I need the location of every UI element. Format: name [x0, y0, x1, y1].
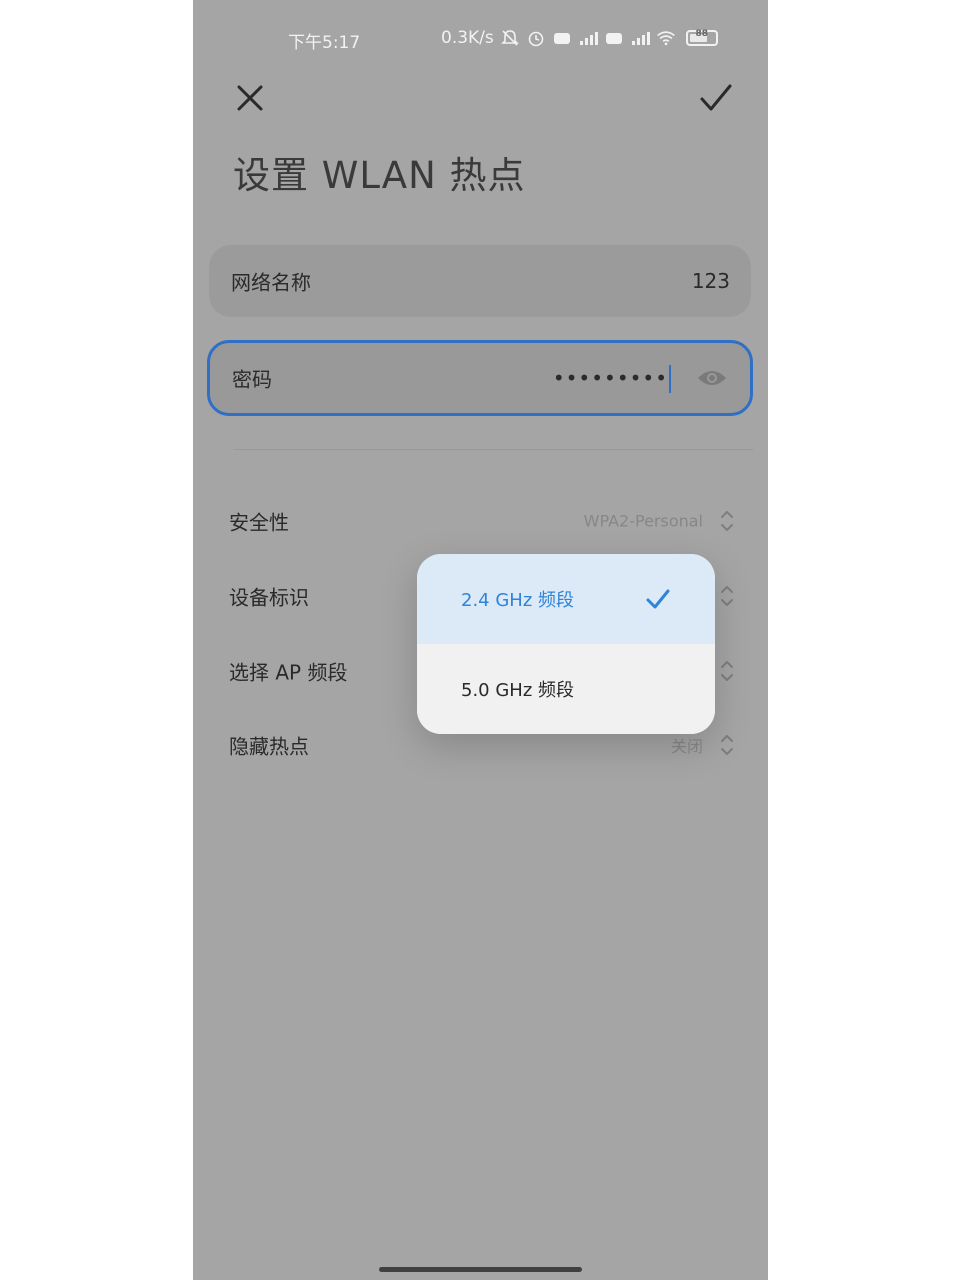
phone-screen: 下午5:17 0.3K/s 88 设置 WLAN 热点 网络名称 123 密码 …: [193, 0, 768, 1280]
security-row[interactable]: 安全性 WPA2-Personal: [229, 501, 739, 541]
updown-arrow-icon: [721, 661, 733, 681]
mute-bell-icon: [500, 30, 519, 46]
signal-4g-icon: [631, 32, 650, 45]
hidden-hotspot-label: 隐藏热点: [229, 734, 309, 759]
password-input[interactable]: •••••••••: [553, 366, 668, 390]
text-cursor: [669, 365, 671, 393]
status-icons: 0.3K/s 88: [441, 28, 718, 48]
hidden-hotspot-value: 关闭: [670, 737, 703, 756]
band-option-label: 2.4 GHz 频段: [461, 590, 575, 611]
status-time: 下午5:17: [288, 33, 361, 53]
page-title: 设置 WLAN 热点: [233, 154, 526, 197]
battery-icon: 88: [685, 29, 718, 46]
band-option-5ghz[interactable]: 5.0 GHz 频段: [417, 644, 715, 734]
password-label: 密码: [232, 367, 272, 392]
confirm-button[interactable]: [696, 78, 736, 118]
divider: [233, 449, 753, 450]
device-id-label: 设备标识: [229, 585, 309, 610]
ap-band-label: 选择 AP 频段: [229, 660, 348, 685]
close-icon: [237, 85, 263, 111]
ssid-value[interactable]: 123: [692, 269, 730, 293]
band-dropdown-menu: 2.4 GHz 频段 5.0 GHz 频段: [417, 554, 715, 734]
password-field[interactable]: 密码 •••••••••: [207, 340, 753, 416]
wifi-icon: [656, 31, 675, 46]
alarm-icon: [528, 31, 544, 47]
close-button[interactable]: [230, 78, 270, 118]
status-bar: 下午5:17 0.3K/s 88: [193, 26, 768, 54]
ssid-label: 网络名称: [231, 270, 311, 295]
signal-5g-icon: [579, 32, 598, 45]
updown-arrow-icon: [721, 511, 733, 531]
security-value: WPA2-Personal: [583, 511, 703, 531]
updown-arrow-icon: [721, 586, 733, 606]
updown-arrow-icon: [721, 735, 733, 755]
eye-icon[interactable]: [696, 366, 728, 390]
band-option-label: 5.0 GHz 频段: [461, 680, 575, 701]
ssid-field[interactable]: 网络名称 123: [209, 245, 751, 317]
security-label: 安全性: [229, 510, 289, 535]
hd-icon-2: [605, 33, 622, 44]
net-speed: 0.3K/s: [441, 28, 494, 48]
home-indicator[interactable]: [379, 1267, 582, 1272]
band-option-2-4ghz[interactable]: 2.4 GHz 频段: [417, 554, 715, 644]
check-icon: [700, 84, 732, 111]
check-icon: [646, 589, 670, 609]
hd-icon: [553, 33, 570, 44]
